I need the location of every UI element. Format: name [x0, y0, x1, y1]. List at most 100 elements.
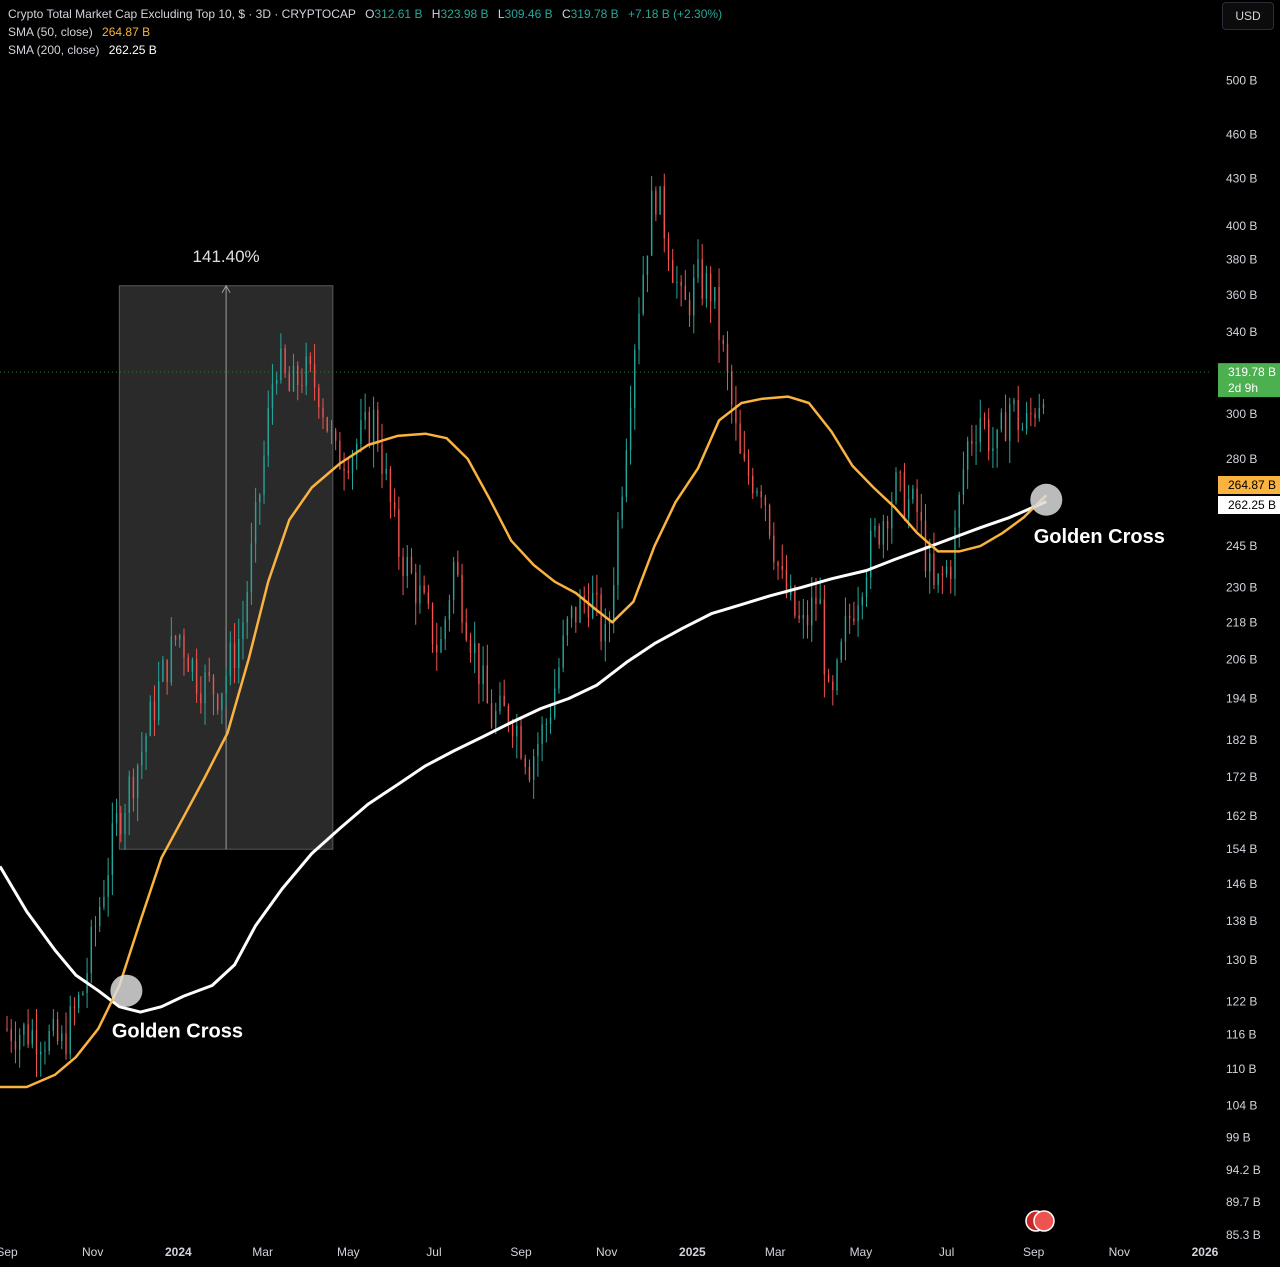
candle-body	[836, 660, 838, 691]
candle-body	[511, 724, 514, 737]
candle-body	[996, 429, 998, 449]
candle-body	[322, 407, 324, 418]
candle-body	[313, 364, 316, 388]
last-price-countdown: 2d 9h	[1228, 381, 1258, 395]
candle-body	[777, 562, 779, 566]
candle-body	[440, 638, 442, 653]
candle-body	[798, 615, 800, 619]
x-tick-label: 2026	[1192, 1245, 1219, 1259]
candle-body	[811, 597, 813, 626]
candle-body	[629, 407, 632, 451]
golden-cross-marker	[110, 974, 143, 1007]
candle-body	[132, 776, 135, 799]
price-chart[interactable]: 141.40% Golden Cross Golden Cross 500 B 460 …	[0, 0, 1280, 1262]
candle-body	[549, 717, 552, 724]
candle-body	[351, 455, 354, 473]
candle-body	[1042, 403, 1045, 408]
x-tick-label: May	[337, 1245, 360, 1259]
candle-body	[301, 385, 303, 387]
candle-body	[330, 430, 333, 432]
candle-body	[642, 274, 644, 314]
candle-body	[200, 693, 202, 704]
y-tick-label: 245 B	[1226, 539, 1257, 553]
candle-body	[162, 659, 164, 682]
candle-body	[730, 371, 733, 405]
legend-sma50-row[interactable]: SMA (50, close) 264.87 B	[8, 23, 722, 41]
candle-body	[579, 596, 581, 623]
candle-body	[187, 657, 189, 672]
candle-body	[486, 665, 489, 704]
candle-body	[499, 695, 501, 712]
candle-body	[650, 190, 653, 256]
candle-body	[326, 417, 328, 432]
candle-body	[343, 468, 345, 471]
candle-body	[987, 419, 990, 452]
candle-body	[166, 659, 168, 683]
y-tick-label: 182 B	[1226, 733, 1257, 747]
candle-body	[415, 572, 417, 604]
candle-body	[44, 1050, 46, 1052]
candle-body	[971, 440, 973, 444]
high-value: 323.98 B	[440, 7, 489, 21]
symbol-title[interactable]: Crypto Total Market Cap Excluding Top 10…	[8, 7, 356, 21]
candle-body	[233, 643, 236, 668]
candle-body	[840, 641, 842, 661]
candle-body	[284, 348, 286, 374]
candle-body	[743, 453, 746, 460]
last-price-value: 319.78 B	[1228, 365, 1276, 379]
candle-body	[368, 411, 371, 446]
currency-button[interactable]: USD	[1222, 2, 1274, 30]
sma200-value: 262.25 B	[108, 43, 157, 57]
candle-body	[77, 994, 80, 1008]
candle-body	[907, 499, 910, 519]
candle-body	[832, 681, 834, 691]
candle-body	[701, 259, 703, 299]
golden-cross-marker	[1030, 483, 1063, 516]
y-tick-label: 85.3 B	[1226, 1228, 1261, 1242]
candle-body	[6, 1028, 8, 1030]
candle-body	[250, 543, 253, 593]
x-tick-label: Sep	[510, 1245, 532, 1259]
candle-body	[558, 667, 560, 689]
candle-body	[861, 597, 864, 606]
candle-body	[575, 606, 577, 623]
candle-body	[781, 565, 783, 570]
candle-body	[347, 470, 349, 473]
y-tick-label: 138 B	[1226, 914, 1257, 928]
y-tick-label: 230 B	[1226, 580, 1257, 594]
candle-body	[254, 502, 257, 544]
candle-body	[545, 723, 548, 725]
candle-body	[621, 496, 623, 520]
candle-body	[153, 701, 156, 720]
chart-area[interactable]: 141.40% Golden Cross Golden Cross 500 B 460 …	[0, 0, 1280, 1262]
candle-body	[107, 875, 109, 897]
x-tick-label: May	[850, 1245, 873, 1259]
candle-body	[638, 313, 640, 350]
chart-legend: Crypto Total Market Cap Excluding Top 10…	[8, 5, 722, 59]
y-tick-label: 460 B	[1226, 128, 1257, 142]
x-tick-label: Sep	[1023, 1245, 1045, 1259]
candle-body	[680, 281, 682, 286]
candle-body	[170, 636, 173, 683]
candle-body	[419, 585, 421, 604]
legend-sma200-row[interactable]: SMA (200, close) 262.25 B	[8, 41, 722, 59]
candle-body	[297, 365, 299, 386]
candle-body	[73, 1006, 76, 1008]
candle-body	[929, 553, 931, 572]
candle-body	[461, 574, 463, 623]
candle-body	[596, 592, 598, 595]
candle-body	[672, 260, 674, 283]
candle-body	[141, 751, 143, 766]
candle-body	[305, 356, 307, 387]
candle-body	[604, 623, 606, 642]
x-tick-label: Jul	[939, 1245, 954, 1259]
candle-body	[402, 556, 404, 576]
candle-body	[174, 636, 177, 640]
candle-body	[275, 380, 278, 384]
candle-body	[958, 494, 960, 528]
candle-body	[482, 665, 484, 685]
candle-body	[705, 273, 708, 299]
candle-body	[259, 494, 261, 503]
x-tick-label: 2024	[165, 1245, 192, 1259]
close-value: 319.78 B	[570, 7, 619, 21]
